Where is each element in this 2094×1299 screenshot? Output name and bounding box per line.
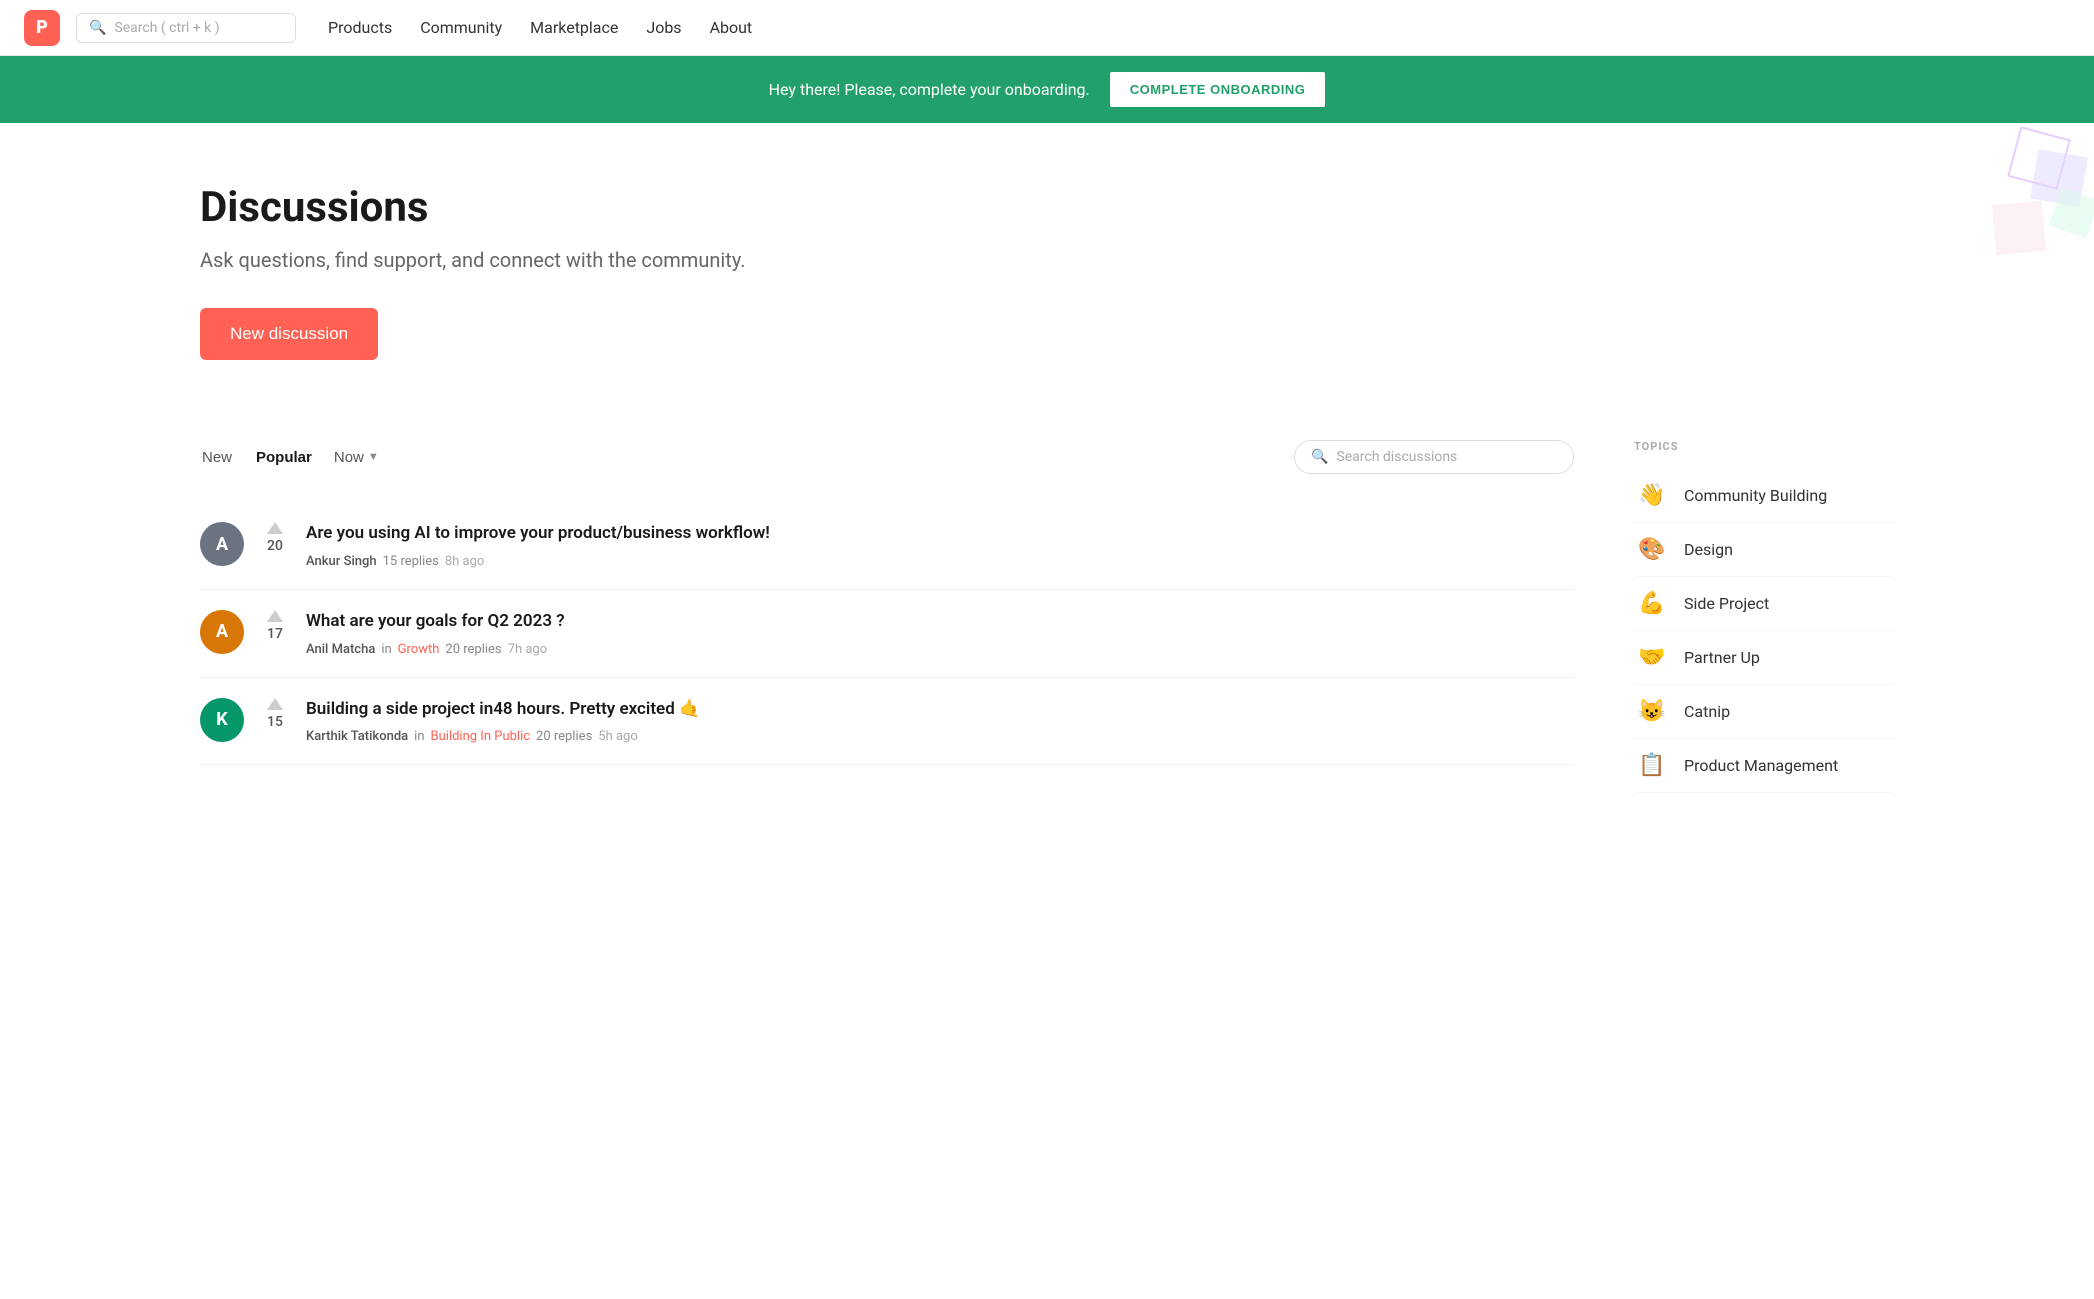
sidebar: TOPICS 👋 Community Building 🎨 Design 💪 S… <box>1634 440 1894 793</box>
avatar: K <box>200 698 244 742</box>
replies-count: 20 replies <box>445 642 501 657</box>
new-discussion-button[interactable]: New discussion <box>200 308 378 360</box>
logo[interactable]: P <box>24 10 60 46</box>
nav-about[interactable]: About <box>710 18 753 37</box>
discussion-meta: Ankur Singh 15 replies 8h ago <box>306 554 1574 569</box>
vote-section: 17 <box>260 610 290 642</box>
complete-onboarding-button[interactable]: COMPLETE ONBOARDING <box>1110 72 1326 107</box>
discussion-title[interactable]: What are your goals for Q2 2023 ? <box>306 610 1574 634</box>
nav-products[interactable]: Products <box>328 18 392 37</box>
discussion-title[interactable]: Building a side project in48 hours. Pret… <box>306 698 1574 722</box>
discussion-item: K 15 Building a side project in48 hours.… <box>200 678 1574 766</box>
topic-emoji: 🎨 <box>1634 537 1670 562</box>
search-discussions-placeholder: Search discussions <box>1336 449 1457 465</box>
topic-name: Community Building <box>1684 486 1827 505</box>
search-icon: 🔍 <box>89 20 106 36</box>
discussions-list: A 20 Are you using AI to improve your pr… <box>200 502 1574 765</box>
discussions-panel: New Popular Now ▼ 🔍 Search discussions A… <box>200 440 1574 793</box>
hero-subtitle: Ask questions, find support, and connect… <box>200 248 1894 272</box>
tab-popular[interactable]: Popular <box>254 445 314 470</box>
discussion-content: Are you using AI to improve your product… <box>306 522 1574 569</box>
topic-name: Catnip <box>1684 702 1730 721</box>
discussion-content: What are your goals for Q2 2023 ? Anil M… <box>306 610 1574 657</box>
banner-text: Hey there! Please, complete your onboard… <box>769 80 1090 99</box>
discussion-meta: Karthik Tatikonda in Building In Public … <box>306 729 1574 744</box>
nav-links: Products Community Marketplace Jobs Abou… <box>328 18 2070 37</box>
vote-section: 15 <box>260 698 290 730</box>
page-title: Discussions <box>200 183 1894 232</box>
replies-count: 20 replies <box>536 729 592 744</box>
main-content: New Popular Now ▼ 🔍 Search discussions A… <box>0 400 2094 833</box>
topic-item-partner-up[interactable]: 🤝 Partner Up <box>1634 631 1894 685</box>
avatar: A <box>200 610 244 654</box>
upvote-button[interactable] <box>267 698 283 710</box>
discussion-meta: Anil Matcha in Growth 20 replies 7h ago <box>306 642 1574 657</box>
vote-count: 15 <box>267 714 283 730</box>
topic-name: Partner Up <box>1684 648 1760 667</box>
discussion-author: Ankur Singh <box>306 554 377 569</box>
topic-item-catnip[interactable]: 😺 Catnip <box>1634 685 1894 739</box>
filter-now-button[interactable]: Now ▼ <box>334 449 379 466</box>
search-placeholder: Search ( ctrl + k ) <box>114 20 219 36</box>
replies-count: 15 replies <box>383 554 439 569</box>
discussion-tag[interactable]: Growth <box>398 642 440 657</box>
navbar: P 🔍 Search ( ctrl + k ) Products Communi… <box>0 0 2094 56</box>
onboarding-banner: Hey there! Please, complete your onboard… <box>0 56 2094 123</box>
time-ago: 7h ago <box>508 642 547 657</box>
discussion-tag-label: in <box>414 729 424 744</box>
search-bar[interactable]: 🔍 Search ( ctrl + k ) <box>76 13 296 43</box>
topic-emoji: 🤝 <box>1634 645 1670 670</box>
time-ago: 5h ago <box>598 729 637 744</box>
discussion-title[interactable]: Are you using AI to improve your product… <box>306 522 1574 546</box>
nav-marketplace[interactable]: Marketplace <box>530 18 618 37</box>
hero-section: Discussions Ask questions, find support,… <box>0 123 2094 400</box>
discussion-tag-label: in <box>381 642 391 657</box>
topic-name: Product Management <box>1684 756 1838 775</box>
discussions-toolbar: New Popular Now ▼ 🔍 Search discussions <box>200 440 1574 474</box>
nav-community[interactable]: Community <box>420 18 502 37</box>
topics-label: TOPICS <box>1634 440 1894 453</box>
topics-list: 👋 Community Building 🎨 Design 💪 Side Pro… <box>1634 469 1894 793</box>
upvote-button[interactable] <box>267 522 283 534</box>
vote-section: 20 <box>260 522 290 554</box>
topic-emoji: 😺 <box>1634 699 1670 724</box>
tab-new[interactable]: New <box>200 445 234 470</box>
discussion-item: A 17 What are your goals for Q2 2023 ? A… <box>200 590 1574 678</box>
vote-count: 17 <box>267 626 283 642</box>
topic-emoji: 👋 <box>1634 483 1670 508</box>
search-icon: 🔍 <box>1311 449 1328 465</box>
topic-name: Side Project <box>1684 594 1769 613</box>
topic-item-community-building[interactable]: 👋 Community Building <box>1634 469 1894 523</box>
topic-name: Design <box>1684 540 1733 559</box>
discussion-item: A 20 Are you using AI to improve your pr… <box>200 502 1574 590</box>
topic-item-side-project[interactable]: 💪 Side Project <box>1634 577 1894 631</box>
discussion-author: Anil Matcha <box>306 642 375 657</box>
upvote-button[interactable] <box>267 610 283 622</box>
nav-jobs[interactable]: Jobs <box>646 18 681 37</box>
discussion-author: Karthik Tatikonda <box>306 729 408 744</box>
topic-emoji: 💪 <box>1634 591 1670 616</box>
avatar: A <box>200 522 244 566</box>
time-ago: 8h ago <box>445 554 484 569</box>
topic-emoji: 📋 <box>1634 753 1670 778</box>
discussion-tag[interactable]: Building In Public <box>431 729 531 744</box>
topic-item-product-management[interactable]: 📋 Product Management <box>1634 739 1894 793</box>
vote-count: 20 <box>267 538 283 554</box>
discussions-search[interactable]: 🔍 Search discussions <box>1294 440 1574 474</box>
chevron-down-icon: ▼ <box>368 451 379 463</box>
topic-item-design[interactable]: 🎨 Design <box>1634 523 1894 577</box>
discussion-content: Building a side project in48 hours. Pret… <box>306 698 1574 745</box>
